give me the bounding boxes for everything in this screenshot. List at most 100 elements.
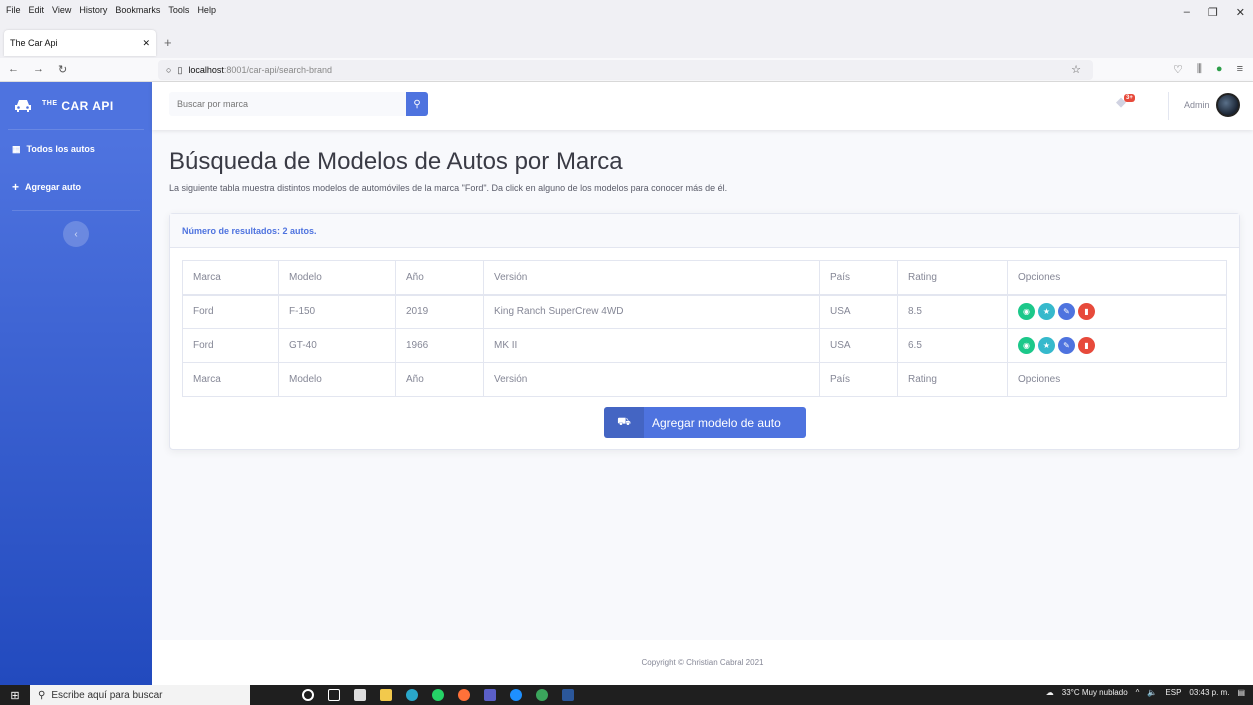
- view-button[interactable]: ◉: [1018, 303, 1035, 321]
- col-pais[interactable]: País: [819, 260, 898, 296]
- view-button[interactable]: ◉: [1018, 337, 1035, 354]
- edit-icon: ✎: [1063, 307, 1070, 317]
- foot-rating: Rating: [897, 362, 1008, 397]
- browser-menubar: File Edit View History Bookmarks Tools H…: [0, 0, 1253, 20]
- window-controls: – ❐ ✕: [1184, 6, 1245, 19]
- col-version[interactable]: Versión: [483, 260, 820, 296]
- menu-help[interactable]: Help: [197, 5, 216, 15]
- cell-rating: 8.5: [897, 294, 1008, 329]
- edge-icon[interactable]: [406, 689, 418, 701]
- add-car-model-label: Agregar modelo de auto: [652, 415, 781, 430]
- edit-button[interactable]: ✎: [1058, 303, 1075, 321]
- copyright-text: Copyright © Christian Cabral 2021: [641, 658, 764, 667]
- url-bar[interactable]: ○ ▯ localhost:8001/car-api/search-brand …: [158, 60, 1093, 80]
- pocket-icon[interactable]: ♡: [1173, 63, 1183, 76]
- foot-pais: País: [819, 362, 898, 397]
- word-icon[interactable]: [562, 689, 574, 701]
- foot-anio: Año: [395, 362, 484, 397]
- weather-text[interactable]: 33°C Muy nublado: [1062, 688, 1128, 697]
- eye-icon: ◉: [1023, 341, 1030, 350]
- results-count: Número de resultados: 2 autos.: [170, 214, 1239, 248]
- edit-button[interactable]: ✎: [1058, 337, 1075, 354]
- col-modelo[interactable]: Modelo: [278, 260, 396, 296]
- cell-version: MK II: [483, 328, 820, 363]
- table-row[interactable]: Ford GT-40 1966 MK II USA 6.5 ◉ ★ ✎ ▮: [182, 328, 1227, 363]
- sidebar-item-agregar[interactable]: + Agregar auto: [0, 168, 152, 206]
- favorite-button[interactable]: ★: [1038, 337, 1055, 354]
- results-card: Número de resultados: 2 autos. Marca Mod…: [169, 213, 1240, 450]
- table-row[interactable]: Ford F-150 2019 King Ranch SuperCrew 4WD…: [182, 294, 1227, 329]
- url-path: :8001/car-api/search-brand: [223, 65, 332, 75]
- user-menu[interactable]: Admin: [1184, 93, 1240, 117]
- task-view-icon[interactable]: [328, 689, 340, 701]
- menu-file[interactable]: File: [6, 5, 21, 15]
- store-icon[interactable]: [354, 689, 366, 701]
- windows-start-icon[interactable]: ⊞: [0, 689, 30, 702]
- eye-icon: ◉: [1023, 307, 1030, 317]
- forward-icon[interactable]: →: [33, 63, 44, 76]
- alerts-button[interactable]: ◆ 3+: [1116, 94, 1138, 114]
- tab-close-icon[interactable]: ✕: [142, 38, 150, 49]
- clock[interactable]: 03:43 p. m.: [1189, 688, 1229, 697]
- trash-icon: ▮: [1084, 307, 1089, 317]
- taskbar-search[interactable]: ⚲ Escribe aquí para buscar: [30, 685, 250, 705]
- col-anio[interactable]: Año: [395, 260, 484, 296]
- app2-icon[interactable]: [536, 689, 548, 701]
- favorite-button[interactable]: ★: [1038, 303, 1055, 321]
- menu-view[interactable]: View: [52, 5, 71, 15]
- delete-button[interactable]: ▮: [1078, 337, 1095, 354]
- cell-anio: 1966: [395, 328, 484, 363]
- weather-icon: ☁: [1045, 688, 1054, 697]
- sidebar-brand[interactable]: THE CAR API: [8, 82, 144, 130]
- explorer-icon[interactable]: [380, 689, 392, 701]
- page-icon: ▯: [177, 64, 183, 75]
- bookmark-star-icon[interactable]: ☆: [1071, 63, 1081, 76]
- tray-chevron-icon[interactable]: ^: [1136, 688, 1140, 697]
- brand-name: CAR API: [61, 98, 114, 113]
- delete-button[interactable]: ▮: [1078, 303, 1095, 321]
- col-rating[interactable]: Rating: [897, 260, 1008, 296]
- new-tab-icon[interactable]: +: [164, 35, 172, 50]
- trash-icon: ▮: [1084, 341, 1089, 350]
- tab-title: The Car Api: [10, 38, 58, 48]
- volume-icon[interactable]: 🔈: [1147, 688, 1157, 697]
- cell-version: King Ranch SuperCrew 4WD: [483, 294, 820, 329]
- app-icon[interactable]: [510, 689, 522, 701]
- whatsapp-icon[interactable]: [432, 689, 444, 701]
- search-input[interactable]: [169, 92, 406, 116]
- sidebar-item-todos[interactable]: ▦ Todos los autos: [0, 130, 152, 168]
- taskbar-search-placeholder: Escribe aquí para buscar: [51, 689, 163, 701]
- cortana-icon[interactable]: [302, 689, 314, 701]
- extension-icon[interactable]: ●: [1216, 63, 1223, 76]
- maximize-icon[interactable]: ❐: [1208, 6, 1218, 19]
- foot-version: Versión: [483, 362, 820, 397]
- search-button[interactable]: ⚲: [406, 92, 428, 116]
- library-icon[interactable]: ⫼: [1197, 63, 1202, 76]
- avatar: [1215, 93, 1240, 117]
- col-marca[interactable]: Marca: [182, 260, 279, 296]
- close-icon[interactable]: ✕: [1236, 6, 1245, 19]
- table-footer-row: Marca Modelo Año Versión País Rating Opc…: [182, 362, 1227, 397]
- hamburger-menu-icon[interactable]: ≡: [1237, 63, 1243, 76]
- menu-bookmarks[interactable]: Bookmarks: [115, 5, 160, 15]
- add-car-model-button[interactable]: ⛟ Agregar modelo de auto: [604, 407, 806, 438]
- page-description: La siguiente tabla muestra distintos mod…: [169, 183, 728, 193]
- cell-marca: Ford: [182, 328, 279, 363]
- cell-opciones: ◉ ★ ✎ ▮: [1007, 294, 1227, 329]
- cars-table: Marca Modelo Año Versión País Rating Opc…: [182, 260, 1227, 397]
- browser-tab[interactable]: The Car Api ✕: [4, 30, 156, 56]
- notification-icon[interactable]: ▤: [1237, 688, 1245, 697]
- sidebar-toggle-button[interactable]: ‹: [63, 221, 89, 247]
- menu-history[interactable]: History: [79, 5, 107, 15]
- cell-modelo: GT-40: [278, 328, 396, 363]
- cell-anio: 2019: [395, 294, 484, 329]
- taskbar-apps: [250, 689, 574, 701]
- back-icon[interactable]: ←: [8, 63, 19, 76]
- reload-icon[interactable]: ↻: [58, 63, 67, 76]
- teams-icon[interactable]: [484, 689, 496, 701]
- minimize-icon[interactable]: –: [1184, 6, 1190, 19]
- menu-tools[interactable]: Tools: [168, 5, 189, 15]
- language-indicator[interactable]: ESP: [1165, 688, 1181, 697]
- firefox-icon[interactable]: [458, 689, 470, 701]
- menu-edit[interactable]: Edit: [29, 5, 45, 15]
